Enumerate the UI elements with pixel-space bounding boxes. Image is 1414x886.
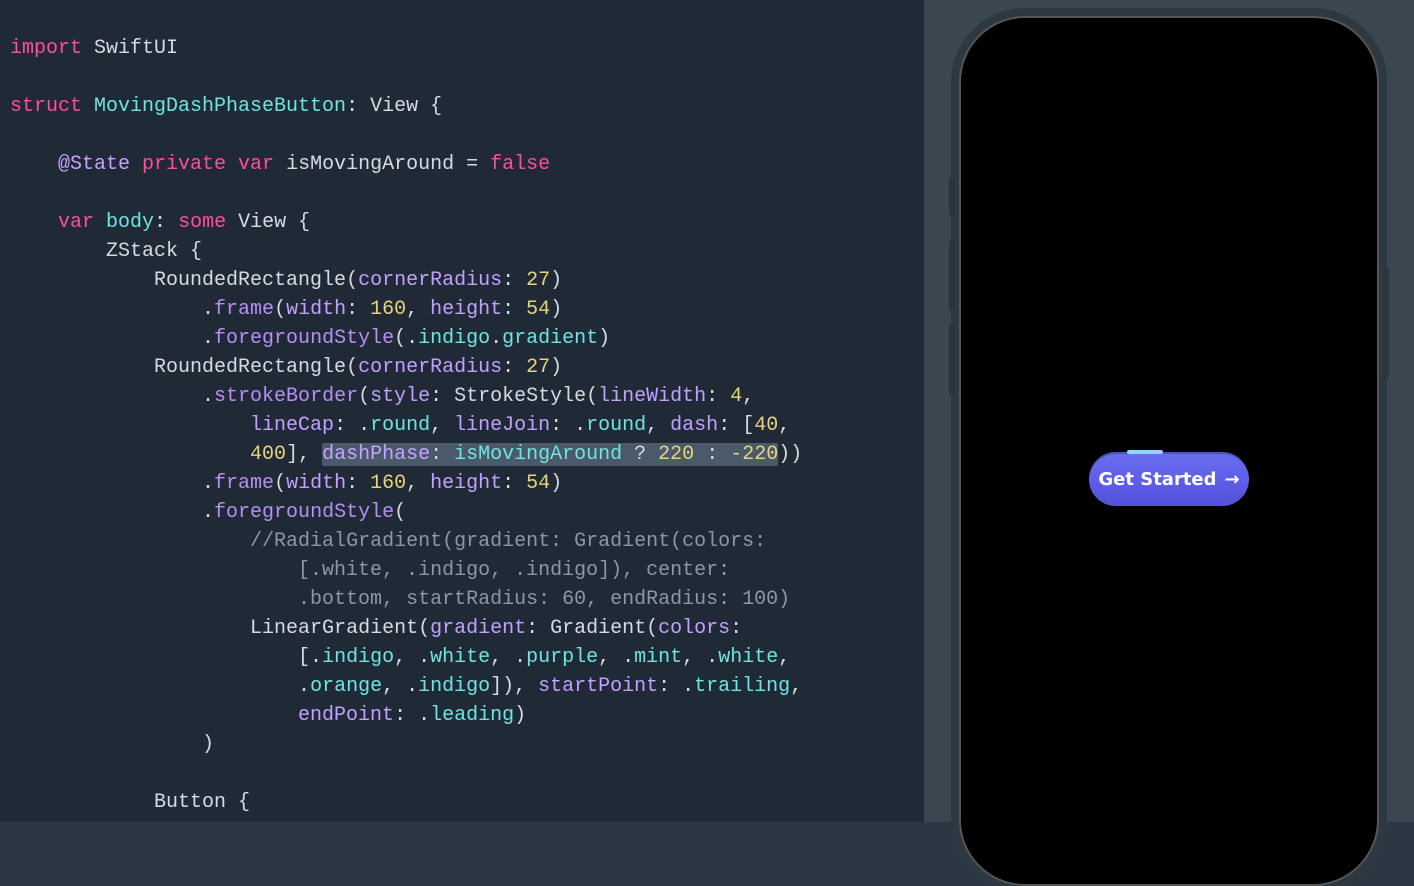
kw-import: import (10, 37, 82, 60)
comment-line: //RadialGradient(gradient: Gradient(colo… (250, 530, 766, 553)
module-name: SwiftUI (82, 37, 178, 60)
button-container: Get Started → (1089, 452, 1249, 506)
iphone-preview: Get Started → (959, 16, 1379, 886)
side-button-silence (949, 178, 955, 216)
button-label: Get Started (1098, 469, 1216, 490)
arrow-right-icon: → (1225, 469, 1240, 490)
type-name: MovingDashPhaseButton (82, 95, 346, 118)
side-button-volume-up (949, 240, 955, 310)
side-button-power (1383, 268, 1389, 378)
dash-stroke-accent (1127, 450, 1163, 454)
kw-struct: struct (10, 95, 82, 118)
code-editor[interactable]: import SwiftUI struct MovingDashPhaseBut… (0, 0, 924, 822)
preview-pane: Get Started → (924, 0, 1414, 822)
side-button-volume-down (949, 324, 955, 394)
selected-text: dashPhase: isMovingAround ? 220 : -220 (322, 443, 778, 466)
attr-state: @State (58, 153, 142, 176)
get-started-button[interactable]: Get Started → (1089, 452, 1249, 506)
